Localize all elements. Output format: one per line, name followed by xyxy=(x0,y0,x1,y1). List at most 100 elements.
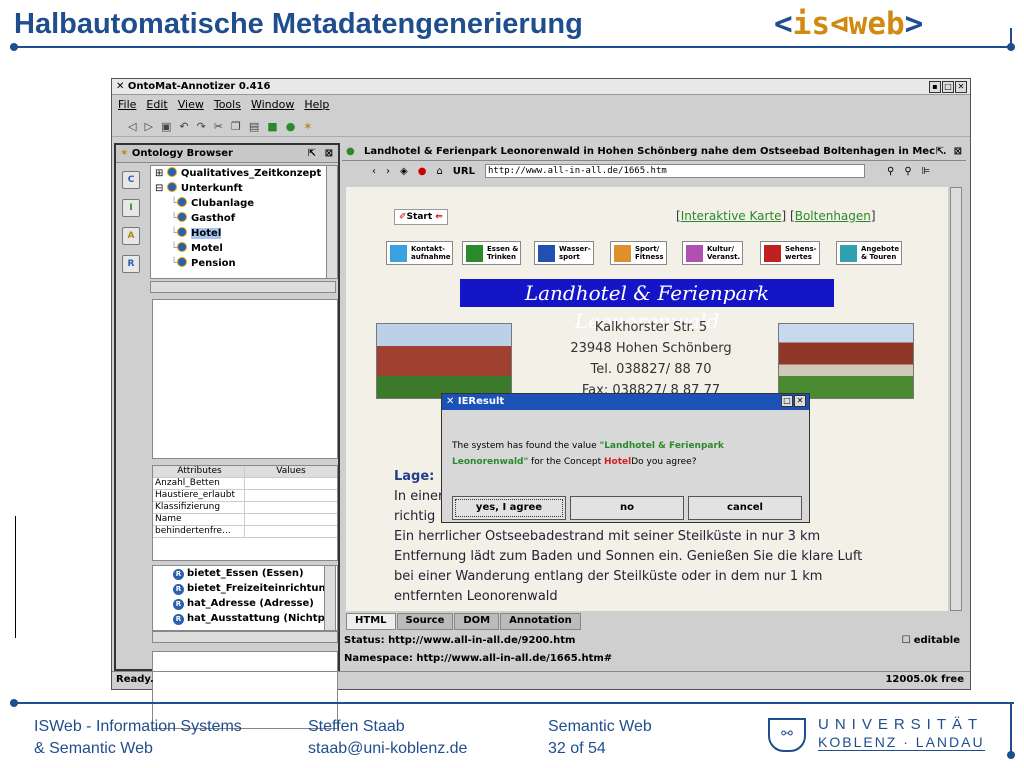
nav-icon xyxy=(538,245,555,262)
maximize-button[interactable]: □ xyxy=(942,81,954,93)
no-button[interactable]: no xyxy=(570,496,684,520)
tab-source[interactable]: Source xyxy=(396,613,454,630)
attribute-button[interactable]: A xyxy=(122,227,140,245)
undo-icon[interactable]: ↶ xyxy=(179,120,188,133)
browser-undock-icon[interactable]: ⇱ xyxy=(935,146,944,157)
instances-list[interactable] xyxy=(152,299,338,459)
instance-button[interactable]: I xyxy=(122,199,140,217)
bottom-rule-dot xyxy=(10,699,18,707)
undock-icon[interactable]: ⇱ xyxy=(308,148,316,159)
relation-item[interactable]: Rhat_Ausstattung (Nichtpri xyxy=(153,611,337,626)
expand-icon[interactable]: ⊞ xyxy=(155,168,163,179)
stop-icon[interactable]: ● xyxy=(418,166,427,177)
editable-checkbox[interactable]: ☐ editable xyxy=(902,635,960,646)
settings-icon[interactable]: ⊫ xyxy=(922,166,931,177)
lage-line: Entfernung lädt zum Baden und Sonnen ein… xyxy=(394,549,863,564)
nav-icon xyxy=(614,245,631,262)
slide-title: Halbautomatische Metadatengenerierung xyxy=(14,8,583,40)
tab-html[interactable]: HTML xyxy=(346,613,396,630)
tree-vscroll[interactable] xyxy=(326,165,338,279)
relation-item[interactable]: Rbietet_Freizeiteinrichtung xyxy=(153,581,337,596)
browser-header: ● Landhotel & Ferienpark Leonorenwald in… xyxy=(342,143,966,161)
site-nav-button[interactable]: Angebote & Touren xyxy=(836,241,903,265)
concept-tree: ⊞ Qualitatives_Zeitkonzept ⊟ Unterkunft └ C… xyxy=(150,165,336,279)
expand-icon[interactable]: ⊟ xyxy=(155,183,163,194)
dialog-maximize-button[interactable]: □ xyxy=(781,395,793,407)
tab-dom[interactable]: DOM xyxy=(454,613,500,630)
panel-close-icon[interactable]: ⊠ xyxy=(325,148,333,159)
home-icon[interactable]: ⌂ xyxy=(436,166,442,177)
menu-tools[interactable]: Tools xyxy=(214,98,241,115)
site-nav-button[interactable]: Sport/Fitness xyxy=(610,241,667,265)
tree-node[interactable]: └ Pension xyxy=(151,256,335,271)
menu-help[interactable]: Help xyxy=(304,98,329,115)
yes-agree-button[interactable]: yes, I agree xyxy=(452,496,566,520)
annotate-icon[interactable]: ■ xyxy=(267,120,277,133)
boltenhagen-link[interactable]: Boltenhagen xyxy=(795,209,871,223)
web-vscroll[interactable] xyxy=(950,187,962,611)
interaktive-karte-link[interactable]: Interaktive Karte xyxy=(681,209,782,223)
globe-icon[interactable]: ● xyxy=(286,120,296,133)
concept-name: Hotel xyxy=(603,457,632,467)
tab-annotation[interactable]: Annotation xyxy=(500,613,581,630)
arrow-left-icon: ⇐ xyxy=(435,212,443,222)
tree-node[interactable]: └ Hotel xyxy=(151,226,335,241)
url-input[interactable]: http://www.all-in-all.de/1665.htm xyxy=(485,164,865,178)
footer-org: ISWeb - Information Systems & Semantic We… xyxy=(34,718,242,757)
attribute-row[interactable]: Klassifizierung xyxy=(153,502,337,514)
site-nav-button[interactable]: Kultur/Veranst. xyxy=(682,241,744,265)
site-nav-button[interactable]: Sehens-wertes xyxy=(760,241,820,265)
site-nav-button[interactable]: Essen & Trinken xyxy=(462,241,522,265)
crawler-icon[interactable]: ✶ xyxy=(303,120,312,133)
forward-arrow-icon[interactable]: › xyxy=(386,166,390,177)
web-page-icon: ● xyxy=(346,146,355,157)
menu-window[interactable]: Window xyxy=(251,98,294,115)
reload-icon[interactable]: ◈ xyxy=(400,166,408,177)
attribute-row[interactable]: Name xyxy=(153,514,337,526)
copy-icon[interactable]: ❐ xyxy=(231,120,241,133)
menu-edit[interactable]: Edit xyxy=(146,98,167,115)
dialog-close-button[interactable]: ✕ xyxy=(794,395,806,407)
x-icon: ✕ xyxy=(116,81,125,92)
concept-button[interactable]: C xyxy=(122,171,140,189)
toolbar: ◁ ▷ ▣ ↶ ↷ ✂ ❐ ▤ ■ ● ✶ xyxy=(112,115,970,137)
relations-hscroll[interactable] xyxy=(152,631,338,643)
attribute-row[interactable]: Haustiere_erlaubt xyxy=(153,490,337,502)
site-nav-button[interactable]: Kontakt-aufnahme xyxy=(386,241,454,265)
menu-view[interactable]: View xyxy=(178,98,204,115)
cut-icon[interactable]: ✂ xyxy=(214,120,223,133)
save-icon[interactable]: ▣ xyxy=(161,120,171,133)
attribute-row[interactable]: behindertenfre... xyxy=(153,526,337,538)
tree-node[interactable]: ⊟ Unterkunft xyxy=(151,181,335,196)
back-arrow-icon[interactable]: ‹ xyxy=(372,166,376,177)
tree-node[interactable]: └ Clubanlage xyxy=(151,196,335,211)
start-link[interactable]: ✐Start ⇐ xyxy=(394,209,448,225)
paste-icon[interactable]: ▤ xyxy=(249,120,259,133)
ie-result-dialog: ✕ IEResult □ ✕ The system has found the … xyxy=(441,393,810,523)
minimize-button[interactable]: ▪ xyxy=(929,81,941,93)
cancel-button[interactable]: cancel xyxy=(688,496,802,520)
concept-icon xyxy=(177,212,188,222)
tree-node[interactable]: ⊞ Qualitatives_Zeitkonzept xyxy=(151,166,335,181)
relation-item[interactable]: Rhat_Adresse (Adresse) xyxy=(153,596,337,611)
tree-hscroll[interactable] xyxy=(150,281,336,293)
menu-file[interactable]: File xyxy=(118,98,136,115)
tree-node[interactable]: └ Motel xyxy=(151,241,335,256)
relation-icon: R xyxy=(173,614,184,625)
hotel-photo-left xyxy=(376,323,512,399)
footer-author: Steffen Staab staab@uni-koblenz.de xyxy=(308,718,468,757)
close-button[interactable]: ✕ xyxy=(955,81,967,93)
relation-button[interactable]: R xyxy=(122,255,140,273)
relations-vscroll[interactable] xyxy=(324,565,336,631)
relation-item[interactable]: Rbietet_Essen (Essen) xyxy=(153,566,337,581)
window-titlebar: ✕ OntoMat-Annotizer 0.416 ▪ □ ✕ xyxy=(112,79,970,95)
search-icon[interactable]: ⚲ xyxy=(887,166,894,177)
back-icon[interactable]: ◁ xyxy=(128,120,136,133)
redo-icon[interactable]: ↷ xyxy=(197,120,206,133)
attribute-row[interactable]: Anzahl_Betten xyxy=(153,478,337,490)
tree-node[interactable]: └ Gasthof xyxy=(151,211,335,226)
forward-icon[interactable]: ▷ xyxy=(144,120,152,133)
browser-close-icon[interactable]: ⊠ xyxy=(953,146,962,157)
site-nav-button[interactable]: Wasser-sport xyxy=(534,241,594,265)
search-next-icon[interactable]: ⚲ xyxy=(904,166,911,177)
